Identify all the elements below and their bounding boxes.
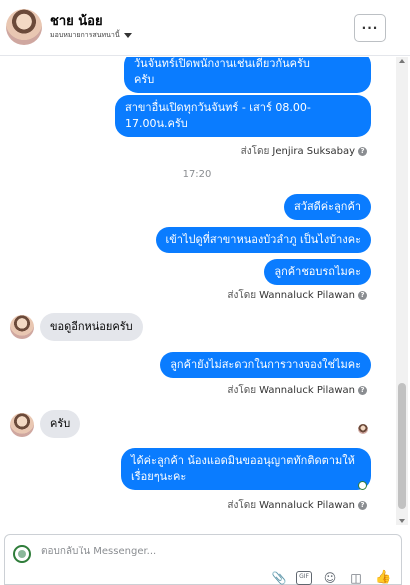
- scrollbar-thumb[interactable]: [398, 383, 406, 509]
- paperclip-icon[interactable]: 📎: [271, 571, 287, 585]
- message-text: ขอดูอีกหน่อยครับ: [50, 320, 133, 333]
- read-receipt-avatar: [358, 424, 368, 434]
- incoming-message[interactable]: ขอดูอีกหน่อยครับ: [40, 313, 143, 341]
- message-timestamp: 17:20: [182, 169, 212, 180]
- sent-by-label: ส่งโดย Jenjira Suksabay ?: [241, 144, 367, 159]
- sticker-icon[interactable]: ◫: [348, 571, 364, 585]
- sent-by-label: ส่งโดย Wannaluck Pilawan ?: [227, 383, 367, 398]
- help-icon[interactable]: ?: [358, 501, 367, 510]
- sent-by-label: ส่งโดย Wannaluck Pilawan ?: [227, 288, 367, 303]
- sender-name: Jenjira Suksabay: [272, 146, 355, 157]
- page-logo-icon: [13, 545, 31, 563]
- outgoing-message[interactable]: ลูกค้ายังไม่สะดวกในการวางจองใช่ไมคะ: [160, 352, 371, 378]
- caret-down-icon: [123, 33, 132, 38]
- sender-name: Wannaluck Pilawan: [259, 500, 355, 511]
- message-text: 17.00น.ครับ: [125, 117, 188, 130]
- outgoing-message[interactable]: เข้าไปดูที่สาขาหนองบัวลำภู เป็นไงบ้างคะ: [155, 227, 371, 253]
- reply-input[interactable]: [41, 546, 341, 557]
- contact-avatar[interactable]: [6, 9, 42, 45]
- conversation-header: ชาย น้อย มอบหมายการสนทนานี้ ···: [0, 0, 410, 56]
- message-text: ครับ: [134, 73, 155, 86]
- message-text: เรื่อยๆนะคะ: [131, 470, 187, 483]
- message-text: ครับ: [50, 417, 71, 430]
- message-text: เข้าไปดูที่สาขาหนองบัวลำภู เป็นไงบ้างคะ: [165, 233, 362, 246]
- scroll-up-arrow-icon[interactable]: [399, 59, 405, 63]
- contact-name[interactable]: ชาย น้อย: [50, 10, 103, 31]
- chat-scrollbar[interactable]: [396, 57, 408, 525]
- sender-name: Wannaluck Pilawan: [259, 290, 355, 301]
- outgoing-message[interactable]: วันจันทร์เปิดพนักงานเช่นเดียวกันครับ ครั…: [124, 57, 371, 93]
- scroll-down-arrow-icon[interactable]: [399, 519, 405, 523]
- help-icon[interactable]: ?: [358, 147, 367, 156]
- incoming-message[interactable]: ครับ: [40, 410, 81, 438]
- message-text: สวัสดีค่ะลูกค้า: [294, 200, 361, 213]
- help-icon[interactable]: ?: [358, 386, 367, 395]
- outgoing-message[interactable]: สาขาอื่นเปิดทุกวันจันทร์ - เสาร์ 08.00- …: [115, 95, 371, 137]
- outgoing-message[interactable]: ลูกค้าชอบรถไมคะ: [264, 259, 371, 285]
- contact-avatar-small[interactable]: [10, 315, 34, 339]
- thumbs-up-icon[interactable]: 👍: [375, 571, 391, 585]
- message-text: ได้ค่ะลูกค้า น้องแอดมินขออนุญาตทักติดตาม…: [131, 454, 355, 467]
- message-text: สาขาอื่นเปิดทุกวันจันทร์ - เสาร์ 08.00-: [125, 101, 311, 114]
- message-thread: วันจันทร์เปิดพนักงานเช่นเดียวกันครับ ครั…: [0, 57, 394, 525]
- contact-avatar-small[interactable]: [10, 413, 34, 437]
- more-options-button[interactable]: ···: [354, 14, 386, 42]
- outgoing-message[interactable]: ได้ค่ะลูกค้า น้องแอดมินขออนุญาตทักติดตาม…: [121, 448, 371, 490]
- message-text: ลูกค้ายังไม่สะดวกในการวางจองใช่ไมคะ: [170, 358, 361, 371]
- gif-icon[interactable]: GIF: [296, 571, 312, 585]
- help-icon[interactable]: ?: [358, 291, 367, 300]
- sent-by-label: ส่งโดย Wannaluck Pilawan ?: [227, 498, 367, 513]
- sender-name: Wannaluck Pilawan: [259, 385, 355, 396]
- emoji-icon[interactable]: ☺: [322, 571, 338, 585]
- outgoing-message[interactable]: สวัสดีค่ะลูกค้า: [284, 194, 371, 220]
- read-receipt-logo: [358, 481, 367, 490]
- assign-conversation-label: มอบหมายการสนทนานี้: [50, 31, 120, 39]
- message-text: วันจันทร์เปิดพนักงานเช่นเดียวกันครับ: [134, 57, 310, 70]
- message-text: ลูกค้าชอบรถไมคะ: [274, 265, 361, 278]
- assign-conversation-dropdown[interactable]: มอบหมายการสนทนานี้: [50, 30, 132, 41]
- message-composer: 📎 GIF ☺ ◫ 👍: [4, 534, 402, 585]
